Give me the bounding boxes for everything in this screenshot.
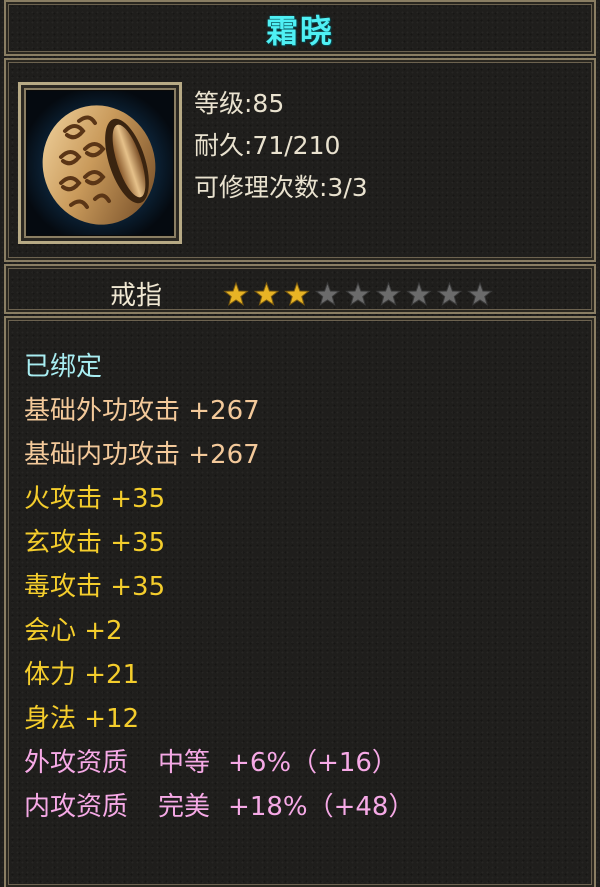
item-name: 霜晓: [265, 12, 334, 50]
quality-label: 外攻资质: [24, 748, 129, 778]
ring-icon: [27, 91, 173, 235]
quality-grade: 中等: [158, 748, 211, 778]
attribute-line: 基础内功攻击 +267: [24, 440, 260, 470]
star-empty-icon: [314, 281, 341, 306]
quality-line: 外攻资质 中等 +6%（+16）: [24, 742, 398, 779]
quality-value: +6%（+16）: [228, 748, 398, 778]
star-empty-icon: [375, 281, 402, 306]
quality-line: 内攻资质 完美 +18%（+48）: [24, 786, 414, 823]
level-stat: 等级:85: [194, 89, 285, 118]
star-empty-icon: [406, 281, 432, 306]
quality-label: 内攻资质: [24, 792, 129, 822]
star-empty-icon: [467, 281, 493, 306]
item-icon-slot[interactable]: [18, 82, 182, 244]
repair-count-stat: 可修理次数:3/3: [194, 173, 368, 202]
item-type: 戒指: [110, 281, 163, 311]
quality-grade: 完美: [158, 792, 211, 822]
attribute-line: 玄攻击 +35: [24, 528, 166, 558]
attribute-line: 基础外功攻击 +267: [24, 396, 260, 426]
durability-stat: 耐久:71/210: [194, 131, 341, 160]
attribute-line: 体力 +21: [24, 660, 140, 690]
quality-value: +18%（+48）: [228, 792, 415, 822]
bound-status: 已绑定: [24, 352, 103, 382]
star-filled-icon: [223, 281, 249, 306]
attribute-line: 火攻击 +35: [24, 484, 166, 514]
item-tooltip: 霜晓 等级:85 耐久:71/210 可修理次数:3/3 戒指 已绑定 基础外功…: [0, 0, 600, 887]
star-empty-icon: [345, 281, 371, 306]
attribute-line: 会心 +2: [24, 616, 123, 646]
attribute-line: 毒攻击 +35: [24, 572, 166, 602]
star-rating: [222, 281, 502, 309]
star-empty-icon: [436, 281, 463, 306]
star-filled-icon: [284, 281, 310, 306]
star-filled-icon: [253, 281, 280, 306]
attribute-line: 身法 +12: [24, 704, 140, 734]
